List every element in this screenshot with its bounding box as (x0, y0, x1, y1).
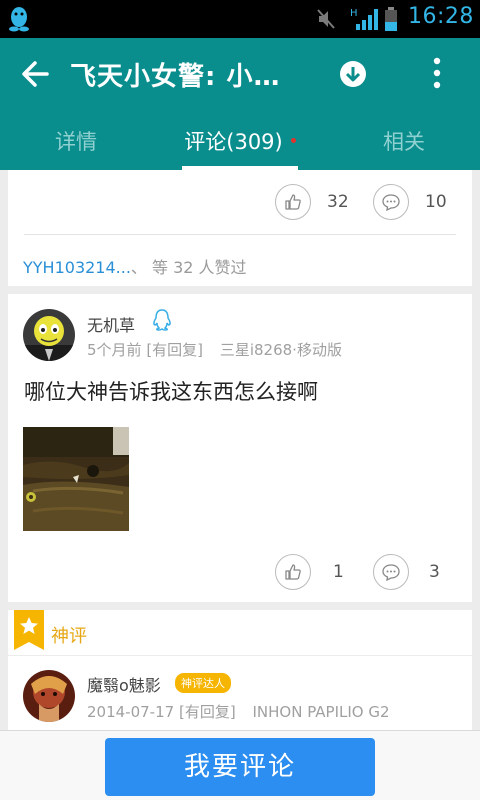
likers-suffix: 、 等 32 人赞过 (130, 258, 247, 277)
signal-icon: H (350, 8, 378, 30)
app-bar: 飞天小女警: 小… 详情 评论(309) 相关 (0, 38, 480, 170)
post-footer-card: 32 10 YYH103214...、 等 32 人赞过 (8, 170, 472, 286)
reply-button[interactable] (373, 184, 409, 220)
download-icon[interactable] (339, 60, 367, 88)
status-bar: H 16:28 (0, 0, 480, 38)
comment-device: 三星i8268·移动版 (219, 341, 342, 359)
comment-reply-status: [有回复] (146, 341, 204, 359)
shenping-username[interactable]: 魔翳o魅影 (87, 672, 161, 696)
like-count: 1 (333, 562, 344, 582)
qq-penguin-icon (153, 309, 171, 331)
like-count: 32 (327, 192, 349, 212)
tab-bar: 详情 评论(309) 相关 (0, 118, 480, 170)
page-title: 飞天小女警: 小… (70, 62, 281, 92)
battery-icon (385, 7, 397, 31)
tab-related[interactable]: 相关 (328, 126, 480, 156)
shenping-label: 神评 (51, 626, 87, 647)
avatar[interactable] (23, 670, 75, 722)
comment-text: 哪位大神告诉我这东西怎么接啊 (24, 380, 318, 404)
qq-icon (9, 7, 29, 32)
new-dot-badge (290, 137, 296, 143)
write-comment-button[interactable]: 我要评论 (105, 738, 375, 796)
comment-card: 无机草 5个月前 [有回复] 三星i8268·移动版 哪位大神告诉我这东西怎么接… (8, 294, 472, 602)
comment-username[interactable]: 无机草 (87, 312, 135, 336)
shenping-reply-status: [有回复] (178, 703, 236, 721)
reply-count: 3 (429, 562, 440, 582)
reply-count: 10 (425, 192, 447, 212)
shenping-card: 神评 魔翳o魅影 神评达人 2014-07-17 [有回复] INHON PAP… (8, 610, 472, 740)
tab-details[interactable]: 详情 (0, 126, 152, 156)
shenping-date: 2014-07-17 (87, 703, 175, 721)
mute-icon (317, 9, 335, 29)
comment-image-thumbnail[interactable] (23, 427, 129, 531)
thumb-up-icon (285, 194, 301, 210)
like-button[interactable] (275, 184, 311, 220)
avatar[interactable] (23, 309, 75, 361)
comment-meta: 5个月前 [有回复] 三星i8268·移动版 (87, 339, 342, 360)
like-button[interactable] (275, 554, 311, 590)
clock: 16:28 (408, 4, 474, 29)
star-badge-icon (14, 610, 44, 650)
reply-button[interactable] (373, 554, 409, 590)
more-vert-icon[interactable] (425, 56, 449, 90)
likers-summary: YYH103214...、 等 32 人赞过 (23, 254, 247, 278)
back-arrow-icon[interactable] (20, 58, 50, 90)
comment-time: 5个月前 (87, 341, 142, 359)
tab-comments-label: 评论(309) (184, 130, 283, 154)
bottom-bar: 我要评论 (0, 730, 480, 800)
svg-text:H: H (350, 8, 358, 19)
divider (24, 234, 456, 235)
comment-bubble-icon (382, 564, 400, 581)
liker-name-link[interactable]: YYH103214... (23, 258, 131, 277)
shenping-meta: 2014-07-17 [有回复] INHON PAPILIO G2 (87, 701, 390, 722)
thumb-up-icon (285, 564, 301, 580)
comment-bubble-icon (382, 194, 400, 211)
shenping-header: 神评 (8, 610, 472, 656)
tab-comments[interactable]: 评论(309) (152, 126, 328, 156)
shenping-device: INHON PAPILIO G2 (252, 703, 390, 721)
shenping-expert-tag: 神评达人 (175, 673, 231, 693)
